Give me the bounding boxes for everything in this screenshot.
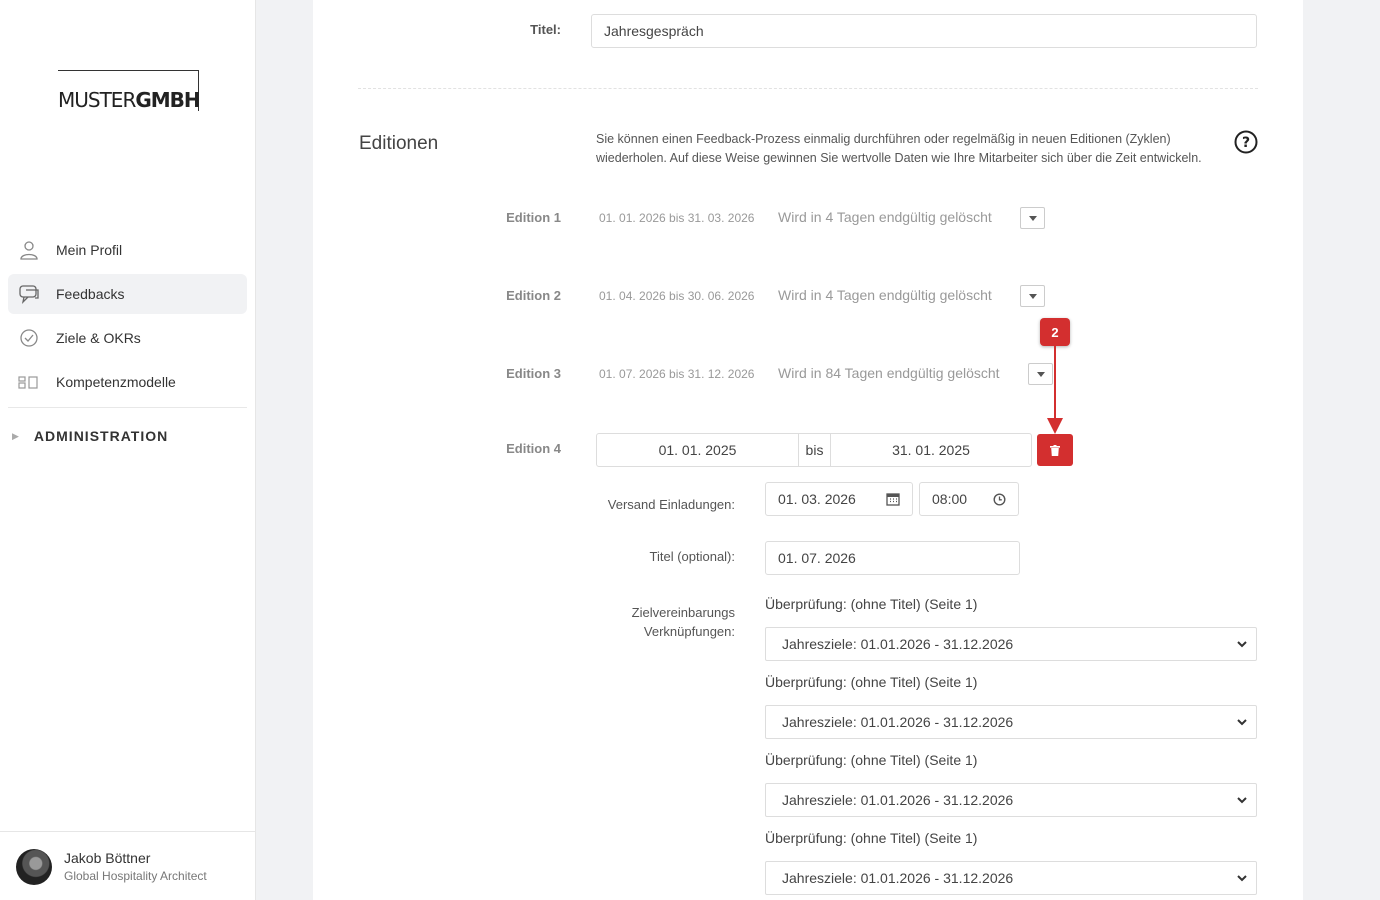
calendar-button[interactable]: [874, 482, 913, 516]
edition-2-status: Wird in 4 Tagen endgültig gelöscht: [778, 287, 992, 303]
user-profile[interactable]: Jakob Böttner Global Hospitality Archite…: [0, 831, 255, 900]
link-4-heading: Überprüfung: (ohne Titel) (Seite 1): [765, 830, 978, 846]
section-divider: [358, 88, 1258, 89]
edition-1-label: Edition 1: [506, 210, 561, 225]
link-4-select[interactable]: Jahresziele: 01.01.2026 - 31.12.2026: [765, 861, 1257, 895]
edition-3-status: Wird in 84 Tagen endgültig gelöscht: [778, 365, 1000, 381]
edition-2-dates: 01. 04. 2026 bis 30. 06. 2026: [599, 289, 755, 303]
nav-item-feedbacks[interactable]: Feedbacks: [8, 274, 247, 314]
edition-1-dates: 01. 01. 2026 bis 31. 03. 2026: [599, 211, 755, 225]
check-circle-icon: [20, 329, 38, 347]
company-logo[interactable]: MUSTERGMBH: [58, 70, 201, 112]
link-1-select[interactable]: Jahresziele: 01.01.2026 - 31.12.2026: [765, 627, 1257, 661]
edition-1-status: Wird in 4 Tagen endgültig gelöscht: [778, 209, 992, 225]
edition-3-label: Edition 3: [506, 366, 561, 381]
calendar-icon: [886, 493, 900, 506]
edition-3-dates: 01. 07. 2026 bis 31. 12. 2026: [599, 367, 755, 381]
zielvereinbarungs-label: Zielvereinbarungs Verknüpfungen:: [631, 605, 735, 639]
link-3-select[interactable]: Jahresziele: 01.01.2026 - 31.12.2026: [765, 783, 1257, 817]
versand-time-input[interactable]: 08:00: [919, 482, 982, 516]
user-icon: [20, 241, 38, 260]
nav-item-ziele-okrs[interactable]: Ziele & OKRs: [8, 318, 247, 358]
nav-item-kompetenzmodelle[interactable]: Kompetenzmodelle: [8, 362, 247, 402]
editions-description: Sie können einen Feedback-Prozess einmal…: [596, 132, 1202, 165]
edition-2-label: Edition 2: [506, 288, 561, 303]
titel-optional-label: Titel (optional):: [649, 549, 736, 564]
svg-text:?: ?: [1242, 135, 1250, 151]
link-3-heading: Überprüfung: (ohne Titel) (Seite 1): [765, 752, 978, 768]
versand-label: Versand Einladungen:: [607, 497, 735, 512]
title-label: Titel:: [530, 22, 561, 37]
sidebar: MUSTERGMBH Mein Profil Feedbacks Ziele &…: [0, 0, 256, 900]
main-nav: Mein Profil Feedbacks Ziele & OKRs Kompe…: [8, 230, 247, 406]
trash-icon: [1050, 444, 1060, 456]
link-1-heading: Überprüfung: (ohne Titel) (Seite 1): [765, 596, 978, 612]
delete-edition-button[interactable]: [1037, 434, 1073, 466]
chevron-down-icon: [1237, 797, 1247, 804]
edition-2-dropdown-button[interactable]: [1020, 285, 1045, 307]
annotation-arrow: [1047, 346, 1063, 434]
edition-4-end-date[interactable]: 31. 01. 2025: [830, 433, 1032, 467]
clock-icon: [993, 492, 1006, 506]
titel-optional-input[interactable]: 01. 07. 2026: [765, 541, 1020, 575]
link-2-select[interactable]: Jahresziele: 01.01.2026 - 31.12.2026: [765, 705, 1257, 739]
feedback-form: Titel: Jahresgespräch Editionen Sie könn…: [313, 0, 1303, 900]
caret-right-icon: ▶: [12, 430, 20, 441]
versand-date-input[interactable]: 01. 03. 2026: [765, 482, 875, 516]
chevron-down-icon: [1237, 719, 1247, 726]
edition-1-dropdown-button[interactable]: [1020, 207, 1045, 229]
editions-heading: Editionen: [359, 133, 439, 154]
edition-4-start-date[interactable]: 01. 01. 2025: [596, 433, 799, 467]
edition-4-label: Edition 4: [506, 441, 561, 456]
annotation-badge: 2: [1040, 318, 1070, 346]
nav-administration[interactable]: ▶ ADMINISTRATION: [12, 428, 168, 444]
chevron-down-icon: [1237, 641, 1247, 648]
nav-divider: [8, 407, 247, 408]
title-input[interactable]: Jahresgespräch: [591, 14, 1257, 48]
blocks-icon: [18, 376, 38, 389]
chat-icon: [19, 285, 39, 304]
nav-item-mein-profil[interactable]: Mein Profil: [8, 230, 247, 270]
help-icon[interactable]: ?: [1234, 130, 1258, 154]
link-2-heading: Überprüfung: (ohne Titel) (Seite 1): [765, 674, 978, 690]
chevron-down-icon: [1237, 875, 1247, 882]
avatar: [16, 849, 52, 885]
clock-button[interactable]: [981, 482, 1019, 516]
edition-4-bis-label: bis: [799, 433, 830, 467]
